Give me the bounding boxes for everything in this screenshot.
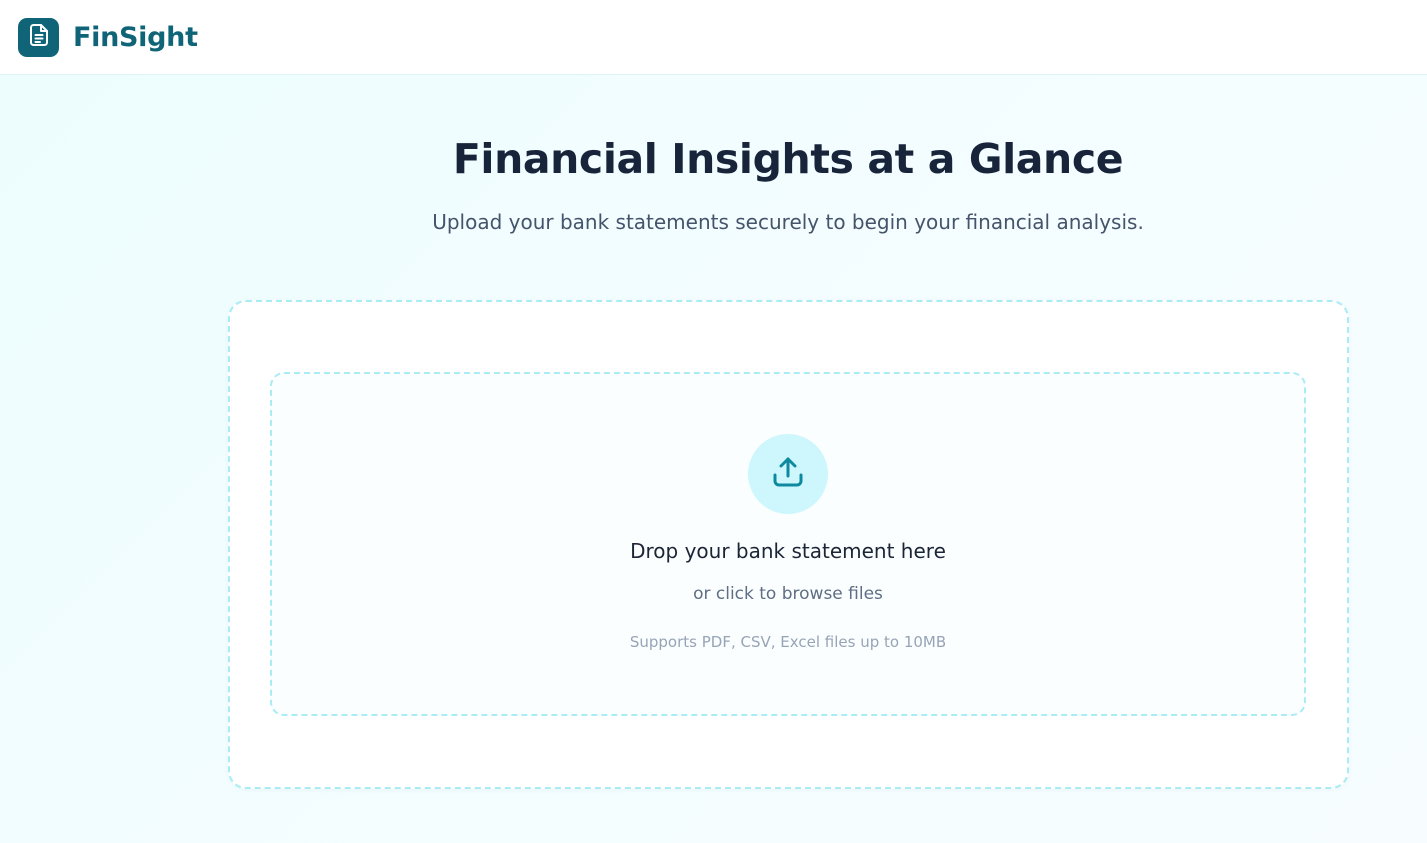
supported-formats-note: Supports PDF, CSV, Excel files up to 10M…: [629, 633, 947, 651]
page-subtitle: Upload your bank statements securely to …: [432, 210, 1144, 234]
upload-icon-circle[interactable]: [748, 434, 828, 514]
app-header: FinSight: [0, 0, 1427, 75]
browse-files-link[interactable]: or click to browse files: [0, 584, 1427, 604]
document-icon: [28, 23, 50, 52]
brand-name[interactable]: FinSight: [73, 22, 198, 53]
logo[interactable]: [18, 17, 59, 57]
upload-icon: [770, 454, 806, 495]
page-title: Financial Insights at a Glance: [452, 135, 1124, 183]
dropzone-title: Drop your bank statement here: [630, 539, 946, 563]
